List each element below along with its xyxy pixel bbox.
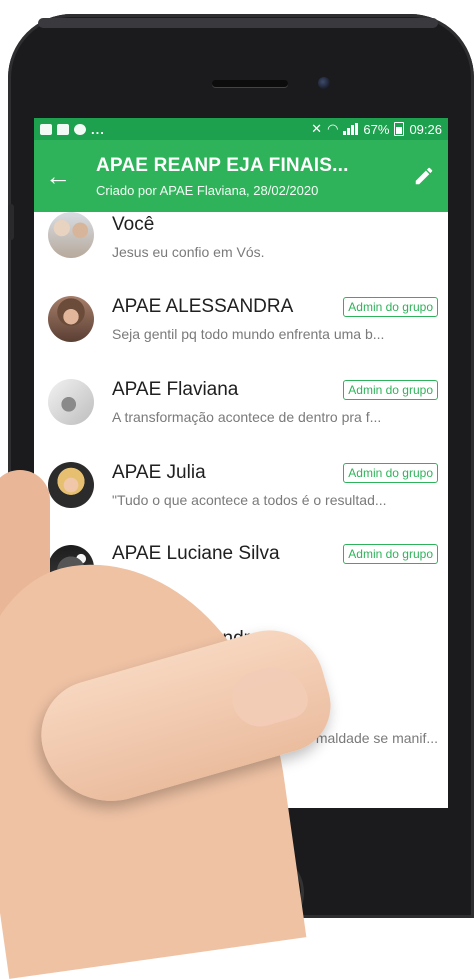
member-row[interactable]: Você Jesus eu confio em Vós. — [34, 212, 448, 277]
status-bar: ... ✕ ◠ 67% 09:26 — [34, 118, 448, 140]
member-name: APAE Flaviana — [112, 378, 239, 400]
pencil-icon[interactable] — [400, 140, 448, 212]
member-name: Você — [112, 214, 155, 235]
clock: 09:26 — [409, 121, 442, 137]
app-notification-icon — [74, 123, 86, 135]
member-row[interactable]: APAE ALESSANDRA Admin do grupo Seja gent… — [34, 277, 448, 360]
member-row[interactable]: APAE Flaviana Admin do grupo A transform… — [34, 360, 448, 443]
member-name: APAE Luciane Silva — [112, 542, 280, 564]
avatar — [48, 212, 94, 258]
member-status: A transformação acontece de dentro pra f… — [112, 408, 382, 425]
battery-icon — [394, 122, 405, 136]
youtube-notification-icon — [40, 123, 52, 135]
member-row[interactable]: APAE Julia Admin do grupo "Tudo o que ac… — [34, 443, 448, 526]
phone-top-edge — [38, 18, 438, 28]
avatar — [48, 461, 94, 508]
back-arrow-icon[interactable]: ← — [34, 140, 82, 212]
mute-switch — [8, 204, 14, 240]
group-title: APAE REANP EJA FINAIS... — [96, 154, 349, 176]
member-status: Jesus eu confio em Vós. — [112, 244, 265, 260]
admin-badge: Admin do grupo — [343, 462, 438, 483]
avatar — [48, 378, 94, 425]
admin-badge: Admin do grupo — [343, 379, 438, 400]
more-notifications-dots: ... — [91, 121, 105, 137]
group-subtitle: Criado por APAE Flaviana, 28/02/2020 — [96, 182, 319, 198]
group-title-block[interactable]: APAE REANP EJA FINAIS... Criado por APAE… — [82, 155, 400, 198]
front-camera — [318, 77, 330, 89]
member-name: APAE ALESSANDRA — [112, 295, 294, 317]
admin-badge: Admin do grupo — [343, 296, 438, 317]
wifi-icon: ◠ — [327, 121, 339, 136]
earpiece-speaker — [212, 80, 288, 87]
member-name: APAE Julia — [112, 461, 206, 483]
mute-icon: ✕ — [311, 121, 323, 136]
signal-icon — [343, 123, 359, 135]
message-notification-icon — [57, 123, 69, 135]
battery-percent: 67% — [363, 121, 390, 137]
member-status: Seja gentil pq todo mundo enfrenta uma b… — [112, 325, 385, 342]
app-bar: ← APAE REANP EJA FINAIS... Criado por AP… — [34, 140, 448, 212]
admin-badge: Admin do grupo — [343, 543, 438, 564]
member-status: "Tudo o que acontece a todos é o resulta… — [112, 491, 387, 508]
avatar — [48, 295, 94, 342]
